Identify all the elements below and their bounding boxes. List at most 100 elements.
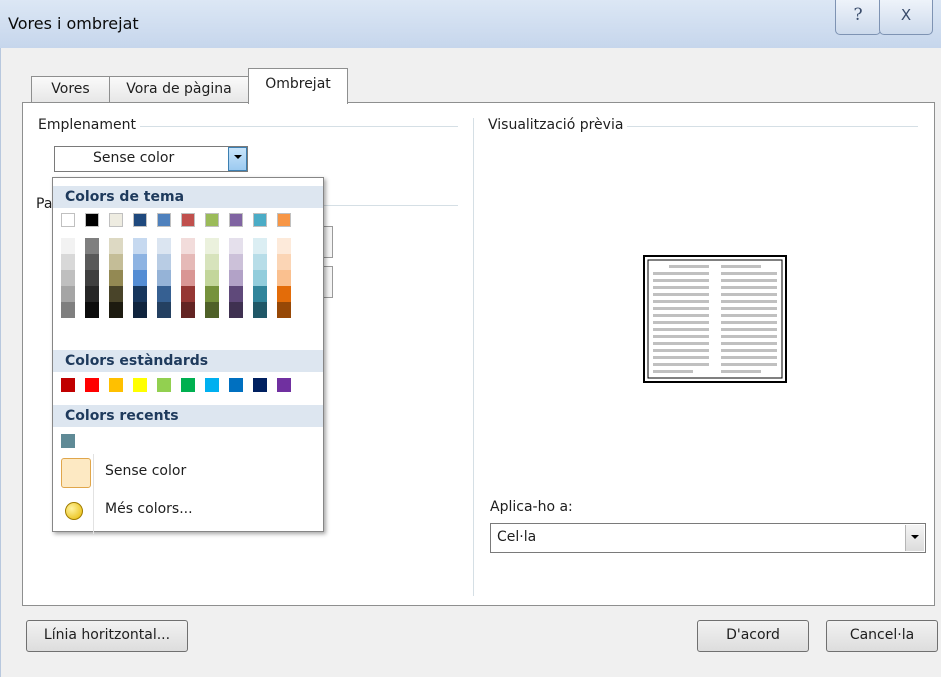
theme-shade-swatch[interactable] xyxy=(133,286,147,302)
apply-to-value: Cel·la xyxy=(497,529,537,545)
theme-shade-swatch[interactable] xyxy=(61,238,75,254)
theme-color-swatch[interactable] xyxy=(109,213,123,227)
close-button[interactable]: X xyxy=(879,0,933,35)
theme-shade-swatch[interactable] xyxy=(157,270,171,286)
theme-shade-swatch[interactable] xyxy=(133,254,147,270)
standard-color-swatch[interactable] xyxy=(61,378,75,392)
theme-color-swatch[interactable] xyxy=(85,213,99,227)
theme-shade-swatch[interactable] xyxy=(157,254,171,270)
tab-vores[interactable]: Vores xyxy=(31,76,110,103)
theme-shade-swatch[interactable] xyxy=(205,254,219,270)
theme-shade-swatch[interactable] xyxy=(61,286,75,302)
theme-shade-swatch[interactable] xyxy=(229,302,243,318)
theme-shade-column xyxy=(61,238,75,318)
tab-vora-de-pagina[interactable]: Vora de pàgina xyxy=(109,76,249,103)
theme-color-swatch[interactable] xyxy=(253,213,267,227)
theme-shade-swatch[interactable] xyxy=(85,286,99,302)
theme-shade-swatch[interactable] xyxy=(253,254,267,270)
theme-color-swatch[interactable] xyxy=(133,213,147,227)
theme-shade-swatch[interactable] xyxy=(133,302,147,318)
theme-shade-swatch[interactable] xyxy=(133,238,147,254)
no-color-option[interactable]: Sense color xyxy=(53,454,323,534)
standard-colors-header: Colors estàndards xyxy=(53,350,323,372)
theme-shade-swatch[interactable] xyxy=(133,270,147,286)
theme-shade-column xyxy=(229,238,243,318)
theme-shade-swatch[interactable] xyxy=(157,238,171,254)
theme-color-swatch[interactable] xyxy=(157,213,171,227)
theme-shade-swatch[interactable] xyxy=(157,302,171,318)
theme-shade-swatch[interactable] xyxy=(229,254,243,270)
theme-shade-swatch[interactable] xyxy=(277,286,291,302)
theme-shade-swatch[interactable] xyxy=(181,238,195,254)
theme-shade-swatch[interactable] xyxy=(109,238,123,254)
vertical-separator xyxy=(473,118,474,596)
theme-shade-swatch[interactable] xyxy=(205,238,219,254)
theme-shade-swatch[interactable] xyxy=(181,270,195,286)
theme-shade-column xyxy=(109,238,123,318)
theme-shade-swatch[interactable] xyxy=(253,270,267,286)
theme-shade-swatch[interactable] xyxy=(229,270,243,286)
apply-to-combo[interactable]: Cel·la xyxy=(490,523,926,553)
standard-color-swatch[interactable] xyxy=(133,378,147,392)
button-label: D'acord xyxy=(726,627,780,643)
more-colors-option[interactable]: Més colors... xyxy=(53,492,323,528)
theme-shade-swatch[interactable] xyxy=(205,286,219,302)
standard-color-swatch[interactable] xyxy=(181,378,195,392)
theme-shade-swatch[interactable] xyxy=(205,270,219,286)
theme-shade-swatch[interactable] xyxy=(109,254,123,270)
help-button[interactable]: ? xyxy=(835,0,881,35)
theme-shade-swatch[interactable] xyxy=(253,238,267,254)
theme-shade-swatch[interactable] xyxy=(85,302,99,318)
standard-color-swatch[interactable] xyxy=(109,378,123,392)
standard-color-swatch[interactable] xyxy=(85,378,99,392)
theme-shade-swatch[interactable] xyxy=(253,286,267,302)
fill-color-combo[interactable]: Sense color xyxy=(54,146,248,172)
recent-colors-header: Colors recents xyxy=(53,405,323,427)
cancel-button[interactable]: Cancel·la xyxy=(826,620,938,652)
fill-group-label: Emplenament xyxy=(38,117,140,133)
theme-color-swatch[interactable] xyxy=(205,213,219,227)
theme-shade-swatch[interactable] xyxy=(109,270,123,286)
standard-color-swatch[interactable] xyxy=(277,378,291,392)
theme-shade-swatch[interactable] xyxy=(109,302,123,318)
theme-shade-column xyxy=(181,238,195,318)
theme-shade-swatch[interactable] xyxy=(205,302,219,318)
theme-shade-swatch[interactable] xyxy=(181,254,195,270)
theme-color-swatch[interactable] xyxy=(181,213,195,227)
ok-button[interactable]: D'acord xyxy=(697,620,809,652)
theme-color-swatch[interactable] xyxy=(277,213,291,227)
chevron-down-icon[interactable] xyxy=(905,525,924,551)
theme-shade-swatch[interactable] xyxy=(277,270,291,286)
standard-color-swatch[interactable] xyxy=(253,378,267,392)
theme-shade-swatch[interactable] xyxy=(181,302,195,318)
theme-shade-swatch[interactable] xyxy=(109,286,123,302)
standard-color-swatch[interactable] xyxy=(205,378,219,392)
theme-shade-swatch[interactable] xyxy=(61,270,75,286)
theme-shade-swatch[interactable] xyxy=(253,302,267,318)
theme-color-swatch[interactable] xyxy=(61,213,75,227)
recent-color-swatch[interactable] xyxy=(61,434,75,448)
standard-color-swatch[interactable] xyxy=(229,378,243,392)
theme-shade-swatch[interactable] xyxy=(61,254,75,270)
chevron-down-icon[interactable] xyxy=(228,147,247,171)
theme-shade-swatch[interactable] xyxy=(85,238,99,254)
standard-color-swatch[interactable] xyxy=(157,378,171,392)
theme-shade-swatch[interactable] xyxy=(181,286,195,302)
theme-shade-swatch[interactable] xyxy=(61,302,75,318)
tab-ombrejat[interactable]: Ombrejat xyxy=(248,68,348,104)
theme-shade-swatch[interactable] xyxy=(85,270,99,286)
theme-shade-swatch[interactable] xyxy=(277,302,291,318)
preview-label: Visualització prèvia xyxy=(488,117,628,133)
horizontal-line-button[interactable]: Línia horitzontal... xyxy=(26,620,188,652)
theme-color-swatch[interactable] xyxy=(229,213,243,227)
theme-shade-column xyxy=(133,238,147,318)
no-color-swatch xyxy=(61,458,91,488)
theme-shade-swatch[interactable] xyxy=(277,254,291,270)
theme-shade-swatch[interactable] xyxy=(229,286,243,302)
theme-shade-swatch[interactable] xyxy=(277,238,291,254)
window-title: Vores i ombrejat xyxy=(8,14,139,33)
theme-shade-swatch[interactable] xyxy=(229,238,243,254)
theme-shade-swatch[interactable] xyxy=(85,254,99,270)
apply-to-label: Aplica-ho a: xyxy=(490,499,577,515)
theme-shade-swatch[interactable] xyxy=(157,286,171,302)
